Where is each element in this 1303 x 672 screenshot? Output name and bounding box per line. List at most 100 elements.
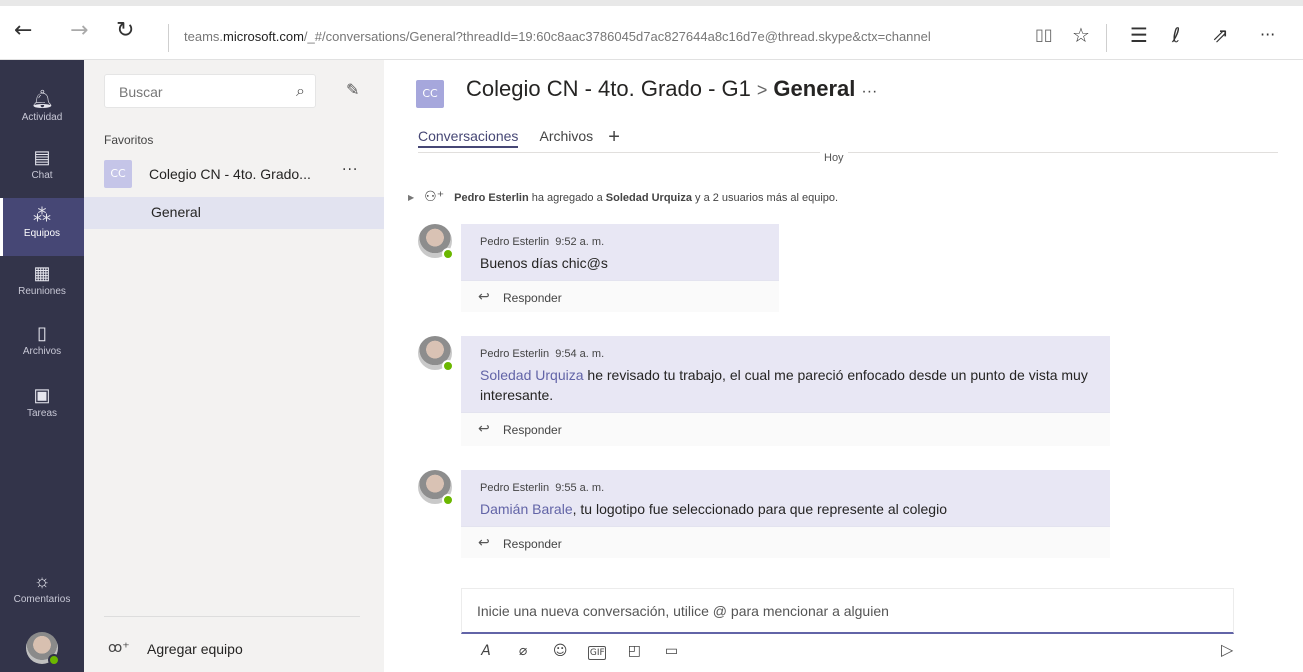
address-bar[interactable]: teams.microsoft.com/_#/conversations/Gen… [184, 29, 931, 44]
files-icon: ▯ [37, 323, 47, 343]
message-meta: Pedro Esterlin 9:52 a. m. [480, 236, 604, 248]
message-card[interactable]: Pedro Esterlin 9:52 a. m. Buenos días ch… [461, 224, 779, 280]
mention-link[interactable]: Soledad Urquiza [480, 367, 584, 383]
attach-icon[interactable]: ⌀ [514, 643, 532, 659]
reply-icon: ↩ [478, 535, 490, 551]
message-body: Soledad Urquiza he revisado tu trabajo, … [480, 365, 1105, 405]
mention-link[interactable]: Damián Barale [480, 501, 573, 517]
reply-button[interactable]: ↩ Responder [461, 412, 1110, 446]
rail-label: Archivos [22, 346, 62, 357]
reply-button[interactable]: ↩ Responder [461, 280, 779, 312]
presence-badge [442, 494, 454, 506]
composer-toolbar: A ⌀ ☺ GIF ◰ ▭ [477, 640, 694, 664]
rail-label: Actividad [21, 112, 63, 123]
sticker-icon[interactable]: ◰ [625, 643, 643, 659]
message-time: 9:55 a. m. [555, 482, 605, 494]
add-person-icon: ⚇⁺ [424, 188, 445, 204]
browser-toolbar: ← → ↻ teams.microsoft.com/_#/conversatio… [0, 0, 1303, 60]
teams-icon: ⁂ [33, 205, 51, 225]
system-target: Soledad Urquiza [605, 192, 692, 204]
expand-caret-icon[interactable]: ▶ [408, 193, 414, 202]
channel-item-general[interactable]: General [84, 197, 384, 229]
avatar[interactable] [418, 336, 454, 372]
add-tab-icon[interactable]: + [608, 126, 620, 149]
avatar[interactable] [418, 224, 454, 260]
back-icon[interactable]: ← [14, 16, 32, 46]
message-author: Pedro Esterlin [480, 348, 550, 360]
forward-icon[interactable]: → [70, 16, 88, 46]
search-input[interactable]: Buscar ⌕ [104, 74, 316, 108]
reply-icon: ↩ [478, 289, 490, 305]
presence-badge [48, 654, 60, 666]
more-icon[interactable]: ··· [1260, 21, 1275, 49]
share-icon[interactable]: ⇗ [1212, 21, 1229, 49]
avatar[interactable] [418, 470, 454, 506]
tasks-icon: ▣ [33, 385, 51, 405]
compose-icon[interactable]: ✎ [346, 80, 359, 99]
divider [418, 152, 1278, 153]
breadcrumb-separator: > [756, 80, 768, 100]
rail-label: Tareas [26, 408, 57, 419]
rail-item-feedback[interactable]: ☼ Comentarios [0, 564, 84, 622]
reply-icon: ↩ [478, 421, 490, 437]
message-text: , tu logotipo fue seleccionado para que … [572, 501, 947, 517]
message-card[interactable]: Pedro Esterlin 9:54 a. m. Soledad Urquiz… [461, 336, 1110, 412]
message-author: Pedro Esterlin [480, 482, 550, 494]
rail-label: Comentarios [13, 594, 71, 605]
reply-label: Responder [503, 537, 562, 551]
rail-item-chat[interactable]: ▤ Chat [0, 140, 84, 198]
channel-view: CC Colegio CN - 4to. Grado - G1 > General ·… [384, 60, 1303, 672]
message-time: 9:52 a. m. [555, 236, 605, 248]
rail-item-files[interactable]: ▯ Archivos [0, 316, 84, 374]
rail-item-tasks[interactable]: ▣ Tareas [0, 378, 84, 436]
reply-label: Responder [503, 423, 562, 437]
add-team-button[interactable]: ꝏ⁺ Agregar equipo [104, 638, 364, 660]
presence-badge [442, 248, 454, 260]
bell-icon: 🔔︎ [31, 89, 54, 109]
toolbar-divider [1106, 24, 1107, 52]
address-divider [168, 24, 169, 52]
teams-list-panel: Buscar ⌕ ✎ Favoritos CC Colegio CN - 4to… [84, 60, 384, 672]
rail-label: Reuniones [18, 286, 66, 297]
reading-view-icon[interactable]: ▯▯ [1035, 21, 1053, 49]
refresh-icon[interactable]: ↻ [116, 16, 134, 46]
send-icon[interactable]: ▷ [1221, 640, 1233, 659]
rail-item-activity[interactable]: 🔔︎ Actividad [0, 82, 84, 140]
page-title: Colegio CN - 4to. Grado - G1 > General ··· [466, 76, 877, 102]
meet-now-icon[interactable]: ▭ [662, 643, 680, 659]
favorite-star-icon[interactable]: ☆ [1072, 21, 1090, 49]
search-icon[interactable]: ⌕ [296, 81, 305, 101]
team-item[interactable]: CC Colegio CN - 4to. Grado... ··· [84, 154, 384, 194]
rail-item-meetings[interactable]: ▦ Reuniones [0, 256, 84, 314]
format-icon[interactable]: A [477, 643, 495, 659]
channel-tabs: Conversaciones Archivos + [418, 126, 636, 152]
emoji-icon[interactable]: ☺ [551, 643, 569, 659]
hub-icon[interactable]: ☰ [1130, 21, 1148, 49]
add-team-label: Agregar equipo [147, 641, 243, 657]
tab-files[interactable]: Archivos [539, 128, 593, 144]
tab-conversations[interactable]: Conversaciones [418, 128, 519, 148]
message-text: Buenos días chic@s [480, 255, 608, 271]
team-avatar: CC [104, 160, 132, 188]
header-channel-name: General [773, 76, 856, 101]
message-card[interactable]: Pedro Esterlin 9:55 a. m. Damián Barale,… [461, 470, 1110, 526]
header-more-icon[interactable]: ··· [861, 83, 877, 100]
url-prefix: teams. [184, 29, 224, 44]
rail-item-teams[interactable]: ⁂ Equipos [0, 198, 84, 256]
channel-team-avatar: CC [416, 80, 444, 108]
rail-label: Chat [31, 170, 53, 181]
favorites-heading: Favoritos [104, 133, 154, 147]
url-domain: microsoft.com [223, 29, 304, 44]
app-rail: 🔔︎ Actividad ▤ Chat ⁂ Equipos ▦ Reuniones ▯ A… [0, 60, 84, 672]
reply-button[interactable]: ↩ Responder [461, 526, 1110, 558]
message-author: Pedro Esterlin [480, 236, 550, 248]
search-placeholder: Buscar [119, 84, 163, 100]
new-conversation-input[interactable]: Inicie una nueva conversación, utilice @… [461, 588, 1234, 634]
message-body: Buenos días chic@s [480, 253, 608, 273]
system-text: ha agregado a [528, 192, 606, 204]
gif-icon[interactable]: GIF [588, 646, 607, 660]
team-more-icon[interactable]: ··· [342, 162, 358, 178]
date-divider-label: Hoy [820, 152, 848, 164]
notes-pen-icon[interactable]: ℓ [1172, 21, 1180, 49]
avatar[interactable] [26, 632, 60, 666]
